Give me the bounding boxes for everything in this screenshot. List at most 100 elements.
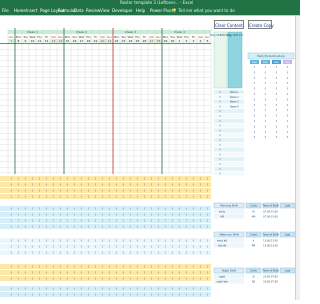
ribbon-tab-file[interactable]: File	[2, 6, 9, 15]
shift-row-label: night	[219, 275, 225, 278]
shift-row-time: 13:00-21:00	[263, 239, 278, 242]
production-cell: 0	[265, 131, 267, 134]
shift-row-time: 23:00-07:00	[263, 275, 278, 278]
production-cell: 0	[287, 66, 289, 69]
production-cell: 0	[254, 98, 256, 101]
date-cell: 8	[18, 39, 20, 43]
create-copy-button[interactable]: Create Copy	[248, 20, 274, 29]
side-name-label: Name 4	[230, 105, 239, 108]
date-cell: 2	[186, 39, 188, 43]
shift-row-time: 23:00-07:00	[263, 280, 278, 283]
production-cell: 0	[254, 115, 256, 118]
worksheet[interactable]: Week 1 Week 2 Week 3 Week 4 Sun Mon Tue Wed Thu F…	[0, 16, 300, 300]
ribbon-tab-view[interactable]: View	[100, 6, 110, 15]
date-cell: 10	[31, 39, 35, 43]
worksheet-canvas[interactable]: Week 1 Week 2 Week 3 Week 4Sun Mon Tue Wed Thu F…	[0, 16, 300, 300]
shift-row-code: PM	[252, 244, 256, 247]
production-cell: 0	[254, 109, 256, 112]
date-cell: 29	[164, 39, 168, 43]
vertical-scrollbar[interactable]	[295, 16, 300, 300]
shift-table-header-text: Last	[285, 233, 290, 237]
week-header-label: Week 1	[27, 30, 38, 34]
week-header-label: Week 2	[76, 30, 87, 34]
ribbon-tabs: File Home Insert Page Layout Formulas Data Rev…	[0, 6, 300, 15]
production-cell: 0	[276, 88, 278, 91]
date-cell: 15	[66, 39, 70, 43]
shift-row-time: 07:00-15:00	[263, 215, 278, 218]
shift-row-label: late aft	[218, 244, 227, 247]
shift-row-code: AM	[252, 215, 256, 218]
shift-row-label: early	[219, 210, 226, 213]
shift-row-code: A	[253, 239, 255, 242]
shift-row-code: N2	[252, 280, 256, 283]
production-cell: 0	[254, 136, 256, 139]
day-chip-label: Day	[252, 61, 257, 64]
shift-row-label: early aft	[217, 239, 227, 242]
production-cell: 0	[287, 120, 289, 123]
production-cell: 0	[276, 93, 278, 96]
date-cell: 30	[171, 39, 175, 43]
ribbon-tab-home[interactable]: Home	[14, 6, 26, 15]
shift-info-text: Early Shift Info	[227, 34, 244, 37]
production-cell: 0	[265, 109, 267, 112]
production-cell: 0	[287, 93, 289, 96]
date-cell: 24	[129, 39, 133, 43]
date-cell: 27	[150, 39, 154, 43]
production-cell: 0	[254, 71, 256, 74]
date-cell: 25	[136, 39, 140, 43]
date-cell: 7	[11, 39, 13, 43]
shift-row[interactable]	[214, 214, 244, 219]
shift-table-header-text: Time of Shift	[262, 233, 278, 237]
production-cell: 0	[265, 77, 267, 80]
production-cell: 0	[287, 109, 289, 112]
date-cell: 13	[52, 39, 56, 43]
production-cell: 0	[265, 98, 267, 101]
date-cell: 1	[179, 39, 181, 43]
production-cell: 0	[265, 136, 267, 139]
date-cell: 4	[200, 39, 202, 43]
production-cell: 0	[254, 82, 256, 85]
date-cell: 16	[73, 39, 77, 43]
ribbon-tab-review[interactable]: Review	[86, 6, 100, 15]
production-cell: 0	[276, 125, 278, 128]
production-cell: 0	[287, 125, 289, 128]
date-cell: 17	[80, 39, 84, 43]
production-cell: 0	[287, 77, 289, 80]
date-cell: 19	[94, 39, 98, 43]
production-cell: 0	[265, 125, 267, 128]
shift-title: Night Shift	[222, 269, 236, 273]
date-cell: 5	[207, 39, 209, 43]
production-cell: 0	[254, 104, 256, 107]
shift-table-header-text: Code	[250, 204, 257, 208]
tell-me-search[interactable]: 💡 Tell me what you want to do	[172, 6, 235, 15]
production-cell: 0	[265, 93, 267, 96]
side-name-label: Name 2	[230, 96, 239, 99]
side-name-label: Name 3	[230, 101, 239, 104]
production-cell: 0	[287, 115, 289, 118]
production-cell: 0	[287, 98, 289, 101]
production-cell: 0	[265, 120, 267, 123]
production-cell: 0	[276, 131, 278, 134]
ribbon-tab-developer[interactable]: Developer	[112, 6, 133, 15]
date-cell: 18	[87, 39, 91, 43]
production-cell: 0	[287, 82, 289, 85]
week-header-label: Week 4	[174, 30, 185, 34]
ribbon-tab-power-pivot[interactable]: Power Pivot	[150, 6, 173, 15]
day-chip-label: Day	[285, 61, 290, 64]
shift-table-header-text: Last	[285, 269, 290, 273]
ribbon-tab-insert[interactable]: Insert	[26, 6, 37, 15]
shift-table-header-text: Time of Shift	[262, 204, 278, 208]
production-cell: 0	[265, 115, 267, 118]
ribbon-tab-data[interactable]: Data	[74, 6, 84, 15]
production-cell: 0	[254, 120, 256, 123]
ribbon-tab-help[interactable]: Help	[136, 6, 145, 15]
shift-row-time: 15:00-23:00	[263, 244, 278, 247]
production-cell: 0	[276, 120, 278, 123]
production-cell: 0	[254, 66, 256, 69]
shift-info-column	[227, 31, 243, 89]
day-chip-label: Day	[263, 61, 268, 64]
clear-content-button[interactable]: Clear Content	[214, 20, 244, 29]
day-chip-label: Day	[274, 61, 279, 64]
side-name-label: Name 1	[230, 91, 239, 94]
shift-row-code: M	[252, 210, 254, 213]
